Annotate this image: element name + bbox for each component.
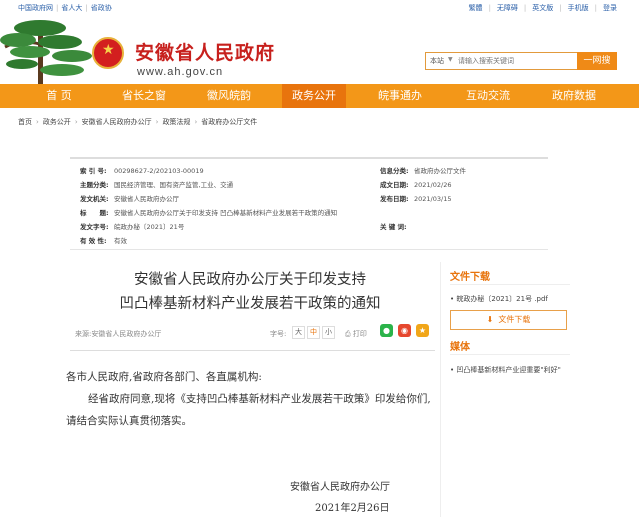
search-input[interactable] <box>458 55 576 67</box>
media-section-title: 媒体 <box>450 342 470 353</box>
download-section-title: 文件下载 <box>450 272 490 283</box>
wechat-share-icon[interactable]: ● <box>380 324 393 337</box>
article-body: 各市人民政府,省政府各部门、各直属机构: 经省政府同意,现将《支持凹凸棒基新材料… <box>66 366 438 432</box>
chevron-right-icon: › <box>36 118 39 126</box>
link-gov-cn[interactable]: 中国政府网 <box>18 4 53 12</box>
search-box: 本站 ▼ 一网搜 <box>425 52 617 70</box>
divider <box>450 284 570 285</box>
info-topic: 主题分类: 国民经济管理、国有资产监管,工业、交通 <box>80 181 234 189</box>
chevron-right-icon: › <box>74 118 78 126</box>
search-button[interactable]: 一网搜 <box>577 52 617 70</box>
right-sidebar: 文件下载 • 皖政办秘〔2021〕21号 .pdf ⬇ 文件下载 媒体 • 凹凸… <box>440 262 570 517</box>
attachment-name: 皖政办秘〔2021〕21号 .pdf <box>456 295 548 303</box>
link-npc[interactable]: 省人大 <box>61 4 82 12</box>
download-button[interactable]: ⬇ 文件下载 <box>450 310 567 330</box>
breadcrumb-item[interactable]: 首页 <box>18 118 32 126</box>
article-title: 安徽省人民政府办公厅关于印发支持 凹凸棒基新材料产业发展若干政策的通知 <box>70 268 430 316</box>
site-url: www.ah.gov.cn <box>137 66 224 78</box>
link-cppcc[interactable]: 省政协 <box>91 4 112 12</box>
article-source: 来源:安徽省人民政府办公厅 <box>75 330 162 338</box>
chevron-right-icon: › <box>155 118 159 126</box>
breadcrumb-item[interactable]: 安徽省人民政府办公厅 <box>82 118 152 126</box>
info-title: 标 题: 安徽省人民政府办公厅关于印发支持 凹凸棒基新材料产业发展若干政策的通知 <box>80 209 338 217</box>
font-size-label: 字号: <box>270 330 287 338</box>
chevron-right-icon: › <box>194 118 198 126</box>
link-login[interactable]: 登录 <box>603 4 617 12</box>
nav-item-services[interactable]: 皖事通办 <box>368 84 432 108</box>
nav-item-data[interactable]: 政府数据 <box>542 84 606 108</box>
nav-item-governor[interactable]: 省长之窗 <box>112 84 176 108</box>
weibo-share-icon[interactable]: ◉ <box>398 324 411 337</box>
article-title-line: 安徽省人民政府办公厅关于印发支持 <box>134 272 366 288</box>
link-traditional[interactable]: 繁體 <box>469 4 483 12</box>
qzone-share-icon[interactable]: ★ <box>416 324 429 337</box>
nav-item-culture[interactable]: 徽风皖韵 <box>197 84 261 108</box>
divider <box>70 350 435 351</box>
font-size-large-button[interactable]: 大 <box>292 326 305 339</box>
top-left-links: 中国政府网 | 省人大 | 省政协 <box>18 3 112 13</box>
info-keywords: 关 键 词: <box>380 223 407 231</box>
info-docno: 发文字号: 皖政办秘〔2021〕21号 <box>80 223 185 231</box>
printer-icon: ⎙ <box>345 330 351 338</box>
document-info-box: 索 引 号: 00298627-2/202103-00019 信息分类: 省政府办公… <box>70 157 548 250</box>
info-org: 发文机关: 安徽省人民政府办公厅 <box>80 195 179 203</box>
article-meta: 来源:安徽省人民政府办公厅 字号: 大 中 小 ⎙ 打印 ● ◉ ★ <box>75 324 435 342</box>
main-nav: 首 页 省长之窗 徽风皖韵 政务公开 皖事通办 互动交流 政府数据 <box>0 84 639 108</box>
separator: | <box>594 4 597 12</box>
breadcrumb-item[interactable]: 政务公开 <box>43 118 71 126</box>
download-icon: ⬇ <box>486 315 494 324</box>
top-right-links: 繁體 | 无障碍 | 英文版 | 手机版 | 登录 <box>469 3 617 13</box>
breadcrumb-item[interactable]: 省政府办公厅文件 <box>201 118 257 126</box>
separator: | <box>523 4 527 12</box>
info-date: 成文日期: 2021/02/26 <box>380 181 452 189</box>
info-pubdate: 发布日期: 2021/03/15 <box>380 195 452 203</box>
search-scope-select[interactable]: 本站 <box>430 56 444 66</box>
signature: 安徽省人民政府办公厅 <box>290 482 390 493</box>
media-item-label: 凹凸棒基新材料产业迎重要"利好" <box>456 366 561 374</box>
link-english[interactable]: 英文版 <box>532 4 553 12</box>
site-header: 安徽省人民政府 www.ah.gov.cn 本站 ▼ 一网搜 <box>0 14 639 84</box>
article-title-line: 凹凸棒基新材料产业发展若干政策的通知 <box>119 296 381 312</box>
salutation: 各市人民政府,省政府各部门、各直属机构: <box>66 371 262 383</box>
download-button-label: 文件下载 <box>498 315 531 324</box>
separator: | <box>56 4 59 12</box>
separator: | <box>488 4 491 12</box>
chevron-down-icon[interactable]: ▼ <box>448 56 453 63</box>
nav-item-interaction[interactable]: 互动交流 <box>456 84 520 108</box>
breadcrumb: 首页 › 政务公开 › 安徽省人民政府办公厅 › 政策法规 › 省政府办公厅文件 <box>18 117 257 127</box>
breadcrumb-item[interactable]: 政策法规 <box>162 118 190 126</box>
nav-item-gov-affairs[interactable]: 政务公开 <box>282 84 346 108</box>
font-size-medium-button[interactable]: 中 <box>307 326 320 339</box>
info-validity: 有 效 性: 有效 <box>80 237 127 245</box>
info-index: 索 引 号: 00298627-2/202103-00019 <box>80 167 204 175</box>
attachment-link[interactable]: • 皖政办秘〔2021〕21号 .pdf <box>450 294 548 304</box>
body-paragraph: 经省政府同意,现将《支持凹凸棒基新材料产业发展若干政策》印发给你们,请结合实际认… <box>66 393 431 427</box>
top-links-bar: 中国政府网 | 省人大 | 省政协 繁體 | 无障碍 | 英文版 | 手机版 | 登录 <box>0 0 639 14</box>
separator: | <box>85 4 88 12</box>
separator: | <box>559 4 562 12</box>
info-category: 信息分类: 省政府办公厅文件 <box>380 167 466 175</box>
print-label: 打印 <box>352 330 367 338</box>
nav-item-home[interactable]: 首 页 <box>30 84 88 108</box>
font-size-small-button[interactable]: 小 <box>322 326 335 339</box>
link-mobile[interactable]: 手机版 <box>568 4 589 12</box>
print-button[interactable]: ⎙ 打印 <box>345 329 367 339</box>
sign-date: 2021年2月26日 <box>315 503 390 514</box>
national-emblem-icon <box>92 37 124 69</box>
pine-tree-logo <box>0 20 92 84</box>
link-accessibility[interactable]: 无障碍 <box>497 4 518 12</box>
site-title[interactable]: 安徽省人民政府 <box>135 38 275 65</box>
media-item-link[interactable]: • 凹凸棒基新材料产业迎重要"利好" <box>450 364 570 377</box>
divider <box>450 354 570 355</box>
